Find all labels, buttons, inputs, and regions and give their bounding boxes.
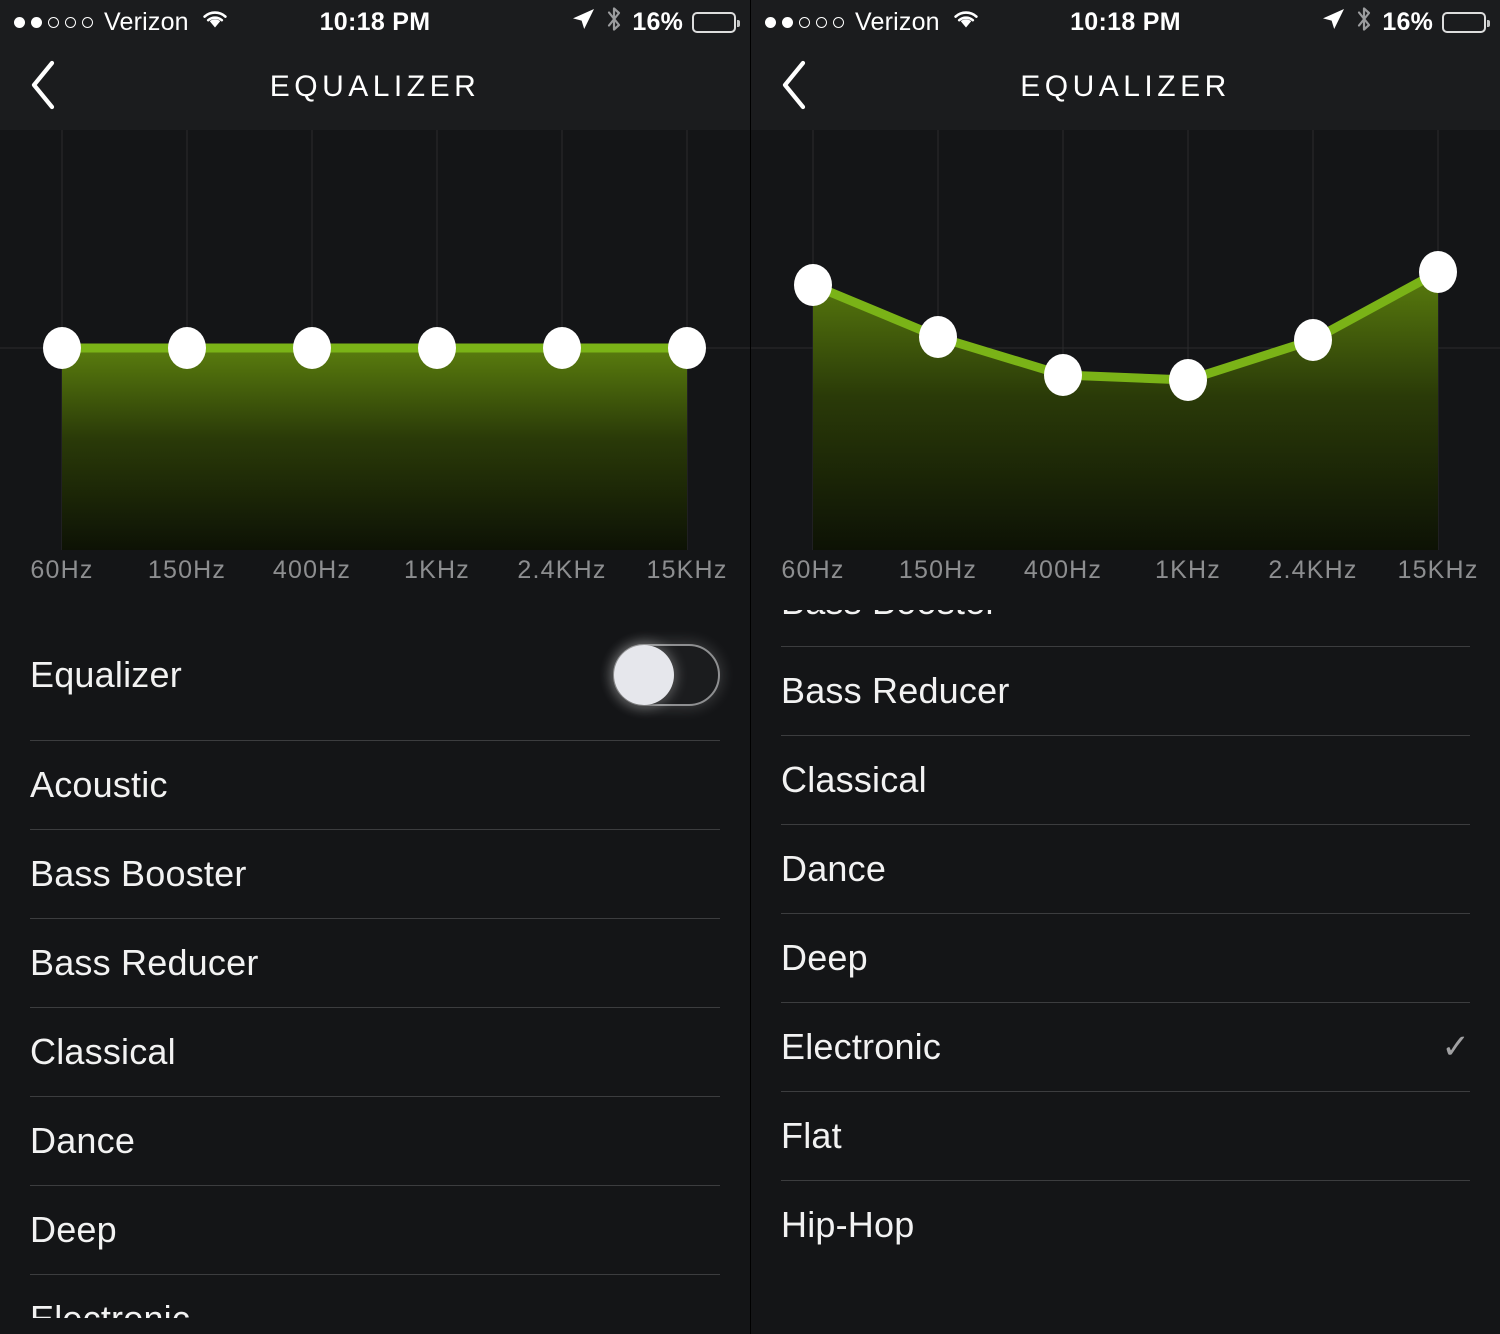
back-button[interactable]	[0, 44, 86, 130]
preset-list-left[interactable]: Equalizer Acoustic Bass Booster Bass Reduce…	[0, 610, 750, 1318]
equalizer-toggle-label: Equalizer	[30, 654, 182, 695]
status-right-group: 16%	[570, 5, 740, 40]
status-left-group: Verizon	[14, 8, 230, 37]
preset-label: Flat	[781, 1115, 842, 1156]
eq-band-handle[interactable]	[168, 327, 206, 369]
preset-label: Deep	[30, 1209, 117, 1250]
chart-x-axis-left: 60Hz 150Hz 400Hz 1KHz 2.4KHz 15KHz	[0, 548, 750, 610]
battery-icon	[692, 11, 740, 33]
preset-row[interactable]: Bass Booster	[0, 830, 750, 918]
chart-x-axis-right: 60Hz 150Hz 400Hz 1KHz 2.4KHz 15KHz	[751, 548, 1500, 610]
preset-row[interactable]: Bass Reducer	[0, 919, 750, 1007]
equalizer-toggle-switch[interactable]	[613, 644, 720, 706]
eq-band-handle[interactable]	[919, 316, 957, 358]
x-axis-tick-400hz: 400Hz	[272, 556, 352, 584]
preset-label: Hip-Hop	[781, 1204, 915, 1245]
x-axis-tick-15khz: 15KHz	[646, 556, 728, 584]
x-axis-tick-15khz: 15KHz	[1397, 556, 1479, 584]
x-axis-tick-2.4khz: 2.4KHz	[1268, 556, 1358, 584]
status-bar-left: Verizon 10:18 PM 16%	[0, 0, 750, 44]
wifi-icon	[200, 8, 230, 37]
eq-band-handle[interactable]	[1419, 251, 1457, 293]
preset-label: Deep	[781, 937, 868, 978]
x-axis-tick-1khz: 1KHz	[1155, 556, 1221, 584]
preset-label: Classical	[781, 759, 927, 800]
nav-bar-left: EQUALIZER	[0, 44, 750, 130]
preset-row[interactable]: Bass Reducer	[751, 647, 1500, 735]
eq-band-handle[interactable]	[418, 327, 456, 369]
preset-row[interactable]: Bass Booster	[751, 610, 1500, 646]
battery-percent-label: 16%	[632, 7, 683, 36]
equalizer-chart-right[interactable]: 60Hz 150Hz 400Hz 1KHz 2.4KHz 15KHz	[751, 130, 1500, 610]
eq-band-handle[interactable]	[1294, 319, 1332, 361]
dual-screenshot: Verizon 10:18 PM 16% EQUALIZER 60Hz 150H…	[0, 0, 1500, 1334]
nav-bar-right: EQUALIZER	[751, 44, 1500, 130]
eq-band-handle[interactable]	[668, 327, 706, 369]
chevron-left-icon	[26, 58, 60, 117]
preset-row[interactable]: Electronic ✓	[751, 1003, 1500, 1091]
chevron-left-icon	[777, 58, 811, 117]
back-button[interactable]	[751, 44, 837, 130]
x-axis-tick-60hz: 60Hz	[781, 556, 845, 584]
preset-label: Dance	[30, 1120, 136, 1161]
bluetooth-icon	[1355, 5, 1373, 40]
x-axis-tick-150hz: 150Hz	[147, 556, 227, 584]
phone-screen-left: Verizon 10:18 PM 16% EQUALIZER 60Hz 150H…	[0, 0, 750, 1334]
preset-label: Bass Booster	[30, 853, 247, 894]
x-axis-tick-150hz: 150Hz	[898, 556, 978, 584]
preset-label: Acoustic	[30, 764, 168, 805]
toggle-knob	[614, 645, 674, 705]
preset-label: Bass Booster	[781, 610, 998, 623]
preset-row[interactable]: Dance	[0, 1097, 750, 1185]
status-right-group: 16%	[1320, 5, 1490, 40]
preset-label: Bass Reducer	[30, 942, 259, 983]
equalizer-toggle-row[interactable]: Equalizer	[0, 610, 750, 740]
page-title: EQUALIZER	[269, 70, 481, 103]
x-axis-tick-60hz: 60Hz	[30, 556, 94, 584]
equalizer-chart-left[interactable]: 60Hz 150Hz 400Hz 1KHz 2.4KHz 15KHz	[0, 130, 750, 610]
preset-row[interactable]: Deep	[751, 914, 1500, 1002]
preset-label: Dance	[781, 848, 887, 889]
preset-row[interactable]: Hip-Hop	[751, 1181, 1500, 1269]
eq-band-handle[interactable]	[43, 327, 81, 369]
location-arrow-icon	[570, 6, 596, 39]
preset-label: Classical	[30, 1031, 176, 1072]
signal-strength-icon	[765, 16, 844, 28]
eq-band-handle[interactable]	[794, 264, 832, 306]
x-axis-tick-400hz: 400Hz	[1023, 556, 1103, 584]
x-axis-tick-2.4khz: 2.4KHz	[517, 556, 607, 584]
eq-band-handle[interactable]	[293, 327, 331, 369]
preset-row[interactable]: Flat	[751, 1092, 1500, 1180]
status-left-group: Verizon	[765, 8, 981, 37]
preset-row[interactable]: Deep	[0, 1186, 750, 1274]
page-title: EQUALIZER	[1020, 70, 1231, 103]
eq-band-handle[interactable]	[1169, 359, 1207, 401]
battery-percent-label: 16%	[1382, 7, 1433, 36]
phone-screen-right: Verizon 10:18 PM 16% EQUALIZER 60Hz 150H…	[750, 0, 1500, 1334]
battery-icon	[1442, 11, 1490, 33]
preset-row[interactable]: Electronic	[0, 1275, 750, 1318]
preset-label: Electronic	[781, 1026, 942, 1067]
location-arrow-icon	[1320, 6, 1346, 39]
bluetooth-icon	[605, 5, 623, 40]
eq-band-handle[interactable]	[1044, 354, 1082, 396]
wifi-icon	[951, 8, 981, 37]
checkmark-icon: ✓	[1441, 1028, 1471, 1066]
carrier-label: Verizon	[104, 7, 189, 36]
preset-row[interactable]: Classical	[0, 1008, 750, 1096]
preset-label: Bass Reducer	[781, 670, 1010, 711]
signal-strength-icon	[14, 16, 93, 28]
preset-row[interactable]: Dance	[751, 825, 1500, 913]
carrier-label: Verizon	[855, 7, 940, 36]
eq-band-handle[interactable]	[543, 327, 581, 369]
preset-label: Electronic	[30, 1298, 190, 1318]
x-axis-tick-1khz: 1KHz	[404, 556, 470, 584]
preset-row[interactable]: Classical	[751, 736, 1500, 824]
status-bar-right: Verizon 10:18 PM 16%	[751, 0, 1500, 44]
preset-row[interactable]: Acoustic	[0, 741, 750, 829]
preset-list-right[interactable]: Bass Booster Bass Reducer Classical Dance De…	[751, 610, 1500, 1334]
